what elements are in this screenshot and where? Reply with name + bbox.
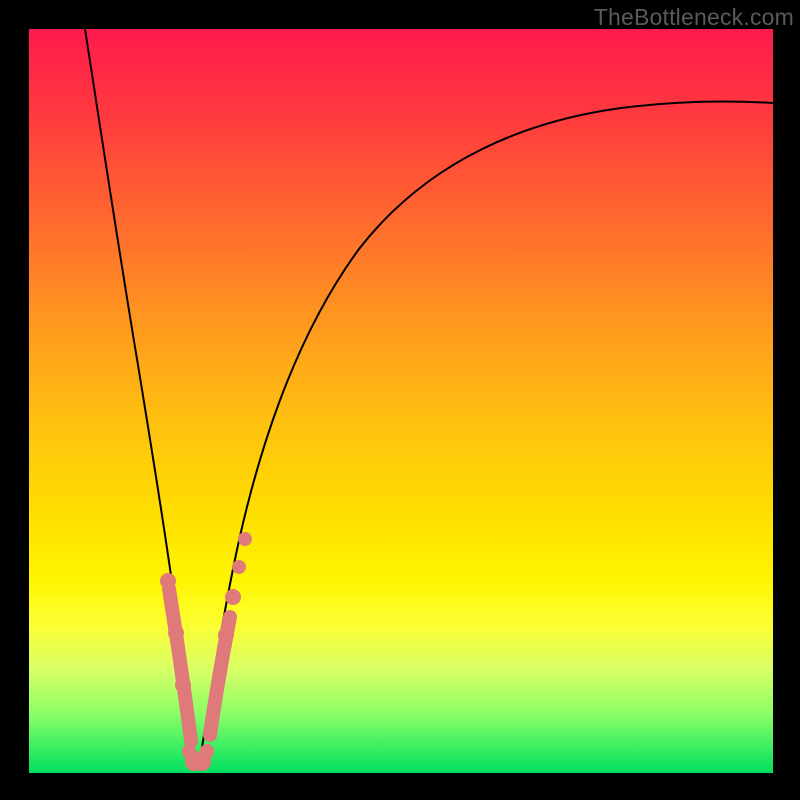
marker-dot (160, 573, 176, 589)
watermark-text: TheBottleneck.com (594, 4, 794, 31)
chart-frame: TheBottleneck.com (0, 0, 800, 800)
curve-right-branch (199, 102, 773, 767)
marker-dot (175, 677, 191, 693)
marker-left-segment (169, 589, 191, 741)
plot-area (29, 29, 773, 773)
marker-dot (238, 532, 252, 546)
marker-dot (218, 627, 234, 643)
marker-dot (185, 753, 203, 771)
marker-dot (168, 625, 184, 641)
marker-dot (193, 753, 211, 771)
marker-valley-segment (189, 751, 207, 761)
marker-dot (232, 560, 246, 574)
curve-left-branch (85, 29, 194, 767)
curve-layer (29, 29, 773, 773)
marker-right-segment (210, 617, 230, 735)
marker-dot (225, 589, 241, 605)
